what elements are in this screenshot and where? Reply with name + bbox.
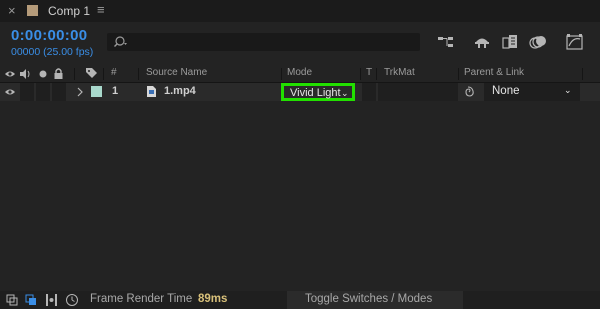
chevron-down-icon: ⌄: [341, 88, 349, 98]
comp-tab-title[interactable]: Comp 1: [48, 4, 90, 18]
current-time-display[interactable]: 0:00:00:00: [11, 27, 87, 44]
motion-blur-icon[interactable]: [528, 33, 548, 51]
timeline-footer: Frame Render Time 89ms Toggle Switches /…: [0, 291, 600, 309]
in-out-stretch-icon[interactable]: [45, 293, 58, 307]
layer-column-headers: # Source Name Mode T TrkMat Parent & Lin…: [0, 66, 600, 83]
pickwhip-icon[interactable]: [463, 86, 475, 98]
lock-switch[interactable]: [52, 83, 66, 101]
column-number[interactable]: #: [111, 67, 117, 78]
column-parent-link[interactable]: Parent & Link: [464, 67, 524, 78]
parent-value: None: [492, 85, 520, 97]
footage-icon: [147, 86, 156, 97]
frame-render-time-value: 89ms: [198, 293, 228, 305]
layer-number: 1: [112, 85, 119, 97]
layer-label-color[interactable]: [91, 86, 102, 97]
column-trkmat[interactable]: TrkMat: [384, 67, 415, 78]
search-icon: [114, 36, 127, 47]
eye-icon[interactable]: [4, 86, 16, 98]
parent-dropdown[interactable]: None ⌄: [484, 83, 580, 101]
blend-mode-value: Vivid Light: [290, 87, 341, 99]
flowchart-icon[interactable]: [436, 33, 456, 51]
solo-icon[interactable]: [38, 69, 48, 79]
frame-render-time-label: Frame Render Time: [90, 293, 193, 305]
column-mode[interactable]: Mode: [287, 67, 312, 78]
menu-icon[interactable]: ≡: [97, 2, 105, 17]
trkmat-dropdown[interactable]: [378, 83, 458, 101]
audio-icon[interactable]: [19, 68, 32, 80]
expand-arrow-icon[interactable]: [76, 87, 84, 97]
close-icon[interactable]: ×: [8, 3, 16, 18]
frame-blending-icon[interactable]: [500, 33, 520, 51]
layer-switches-icon[interactable]: [6, 294, 19, 306]
layer-row[interactable]: 1 1.mp4 Vivid Light ⌄ None ⌄: [0, 83, 600, 101]
search-input[interactable]: [107, 33, 420, 51]
frame-count-fps: 00000 (25.00 fps): [11, 46, 94, 58]
audio-switch[interactable]: [20, 83, 34, 101]
transfer-controls-icon[interactable]: [25, 294, 38, 306]
toggle-switches-modes-button[interactable]: Toggle Switches / Modes: [287, 291, 463, 309]
blend-mode-dropdown[interactable]: Vivid Light ⌄: [281, 83, 355, 101]
chevron-down-icon: ⌄: [564, 85, 572, 95]
comp-color-swatch: [27, 5, 38, 16]
column-t[interactable]: T: [366, 67, 372, 78]
eye-icon[interactable]: [4, 68, 16, 80]
render-time-icon[interactable]: [65, 293, 79, 307]
comp-tab-bar: × Comp 1 ≡: [0, 0, 600, 22]
draft-3d-icon[interactable]: [472, 33, 492, 51]
toggle-switches-modes-label: Toggle Switches / Modes: [305, 293, 433, 305]
preserve-transparency-switch[interactable]: [362, 83, 376, 101]
column-source-name[interactable]: Source Name: [146, 67, 207, 78]
solo-switch[interactable]: [36, 83, 50, 101]
lock-icon[interactable]: [53, 67, 64, 80]
layer-source-name[interactable]: 1.mp4: [164, 85, 196, 97]
label-icon[interactable]: [85, 67, 98, 80]
graph-editor-icon[interactable]: [565, 33, 585, 51]
